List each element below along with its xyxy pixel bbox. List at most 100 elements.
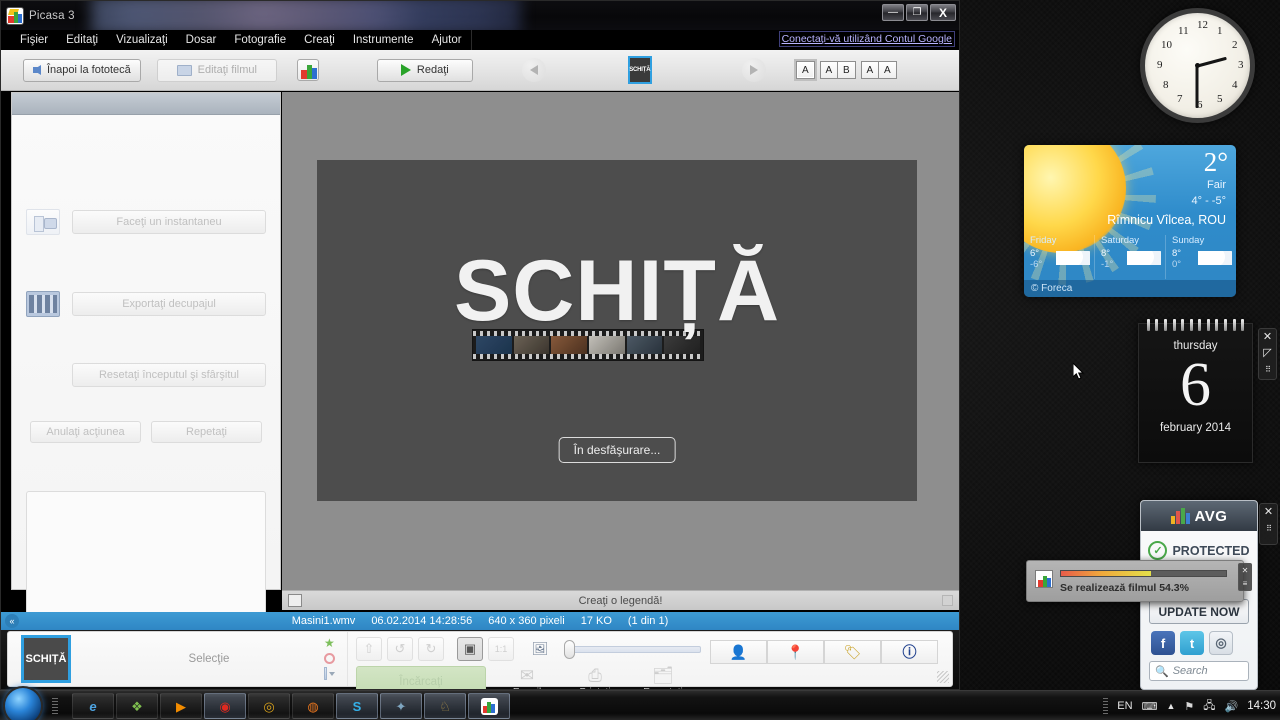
avg-search-box[interactable]: 🔍 Search — [1149, 661, 1249, 681]
fit-to-window-button[interactable]: ▣ — [457, 637, 483, 661]
menu-item-dosar[interactable]: Dosar — [177, 30, 226, 50]
view-mode-sbs-cell-1: A — [862, 62, 879, 78]
zoom-slider-track[interactable] — [571, 646, 701, 653]
utorrent-icon: ✦ — [396, 700, 407, 713]
export-action[interactable]: 🗂 Exportaţi — [636, 667, 690, 691]
menu-item-creati[interactable]: Creaţi — [295, 30, 344, 50]
window-resize-grip[interactable] — [937, 671, 949, 683]
info-button[interactable]: ⓘ — [881, 640, 938, 664]
menu-item-fotografie[interactable]: Fotografie — [225, 30, 295, 50]
places-button[interactable]: 📍 — [767, 640, 824, 664]
minimize-button[interactable]: — — [882, 4, 904, 21]
picasa-app-icon[interactable] — [297, 59, 319, 81]
facebook-icon[interactable]: f — [1151, 631, 1175, 655]
avg-update-button[interactable]: UPDATE NOW — [1149, 599, 1249, 624]
larger-size-icon[interactable]: ◸ — [1263, 348, 1271, 359]
taskbar-item-media-player[interactable]: ❖ — [116, 693, 158, 719]
undo-button[interactable]: Anulaţi acţiunea — [30, 421, 141, 443]
upload-button[interactable]: Încărcaţi — [356, 666, 486, 690]
reset-start-end-button[interactable]: Resetaţi începutul şi sfârşitul — [72, 363, 266, 387]
menu-item-vizualizati[interactable]: Vizualizaţi — [107, 30, 177, 50]
redo-button[interactable]: Repetaţi — [151, 421, 262, 443]
caption-toggle-icon[interactable] — [288, 594, 302, 607]
view-mode-compare[interactable]: A B — [820, 61, 856, 79]
taskbar-clock[interactable]: 14:30 — [1247, 700, 1276, 712]
network-icon[interactable]: 🖧 — [1203, 697, 1215, 716]
avg-secure-search-icon[interactable]: ◎ — [1209, 631, 1233, 655]
taskbar-item-game[interactable]: ♘ — [424, 693, 466, 719]
star-icon[interactable]: ★ — [324, 638, 335, 649]
status-index: (1 din 1) — [628, 615, 668, 627]
flag-icon[interactable]: ⚑ — [1184, 700, 1194, 713]
menu-item-fisier[interactable]: Fişier — [11, 30, 57, 50]
quicklaunch-grip[interactable] — [52, 698, 58, 714]
picasa-progress-notification[interactable]: Se realizează filmul 54.3% ✕ ≡ — [1026, 560, 1244, 602]
zoom-slider[interactable] — [564, 640, 701, 659]
email-action[interactable]: ✉ E-mail — [500, 667, 554, 691]
back-to-library-button[interactable]: Înapoi la fototecă — [23, 59, 141, 82]
rotate-left-button[interactable]: ↺ — [387, 637, 413, 661]
image-viewer[interactable]: SCHIȚĂ În desfăşurare... — [282, 92, 959, 590]
zoom-slider-knob[interactable] — [564, 640, 575, 659]
taskbar-item-vlc[interactable]: ▶ — [160, 693, 202, 719]
google-signin-link[interactable]: Conectaţi-vă utilizând Contul Google — [779, 31, 955, 47]
show-hidden-icons-button[interactable]: ▲ — [1166, 701, 1175, 711]
rotate-right-button[interactable]: ↻ — [418, 637, 444, 661]
taskbar-item-chrome[interactable]: ◎ — [248, 693, 290, 719]
window-title-bar[interactable]: Picasa 3 — ❐ X — [1, 1, 959, 30]
menu-icon[interactable]: ≡ — [1243, 579, 1248, 588]
drag-handle-icon[interactable]: ⠿ — [1266, 523, 1271, 534]
close-icon[interactable]: ✕ — [1263, 332, 1272, 343]
people-button[interactable]: 👤 — [710, 640, 767, 664]
menu-item-ajutor[interactable]: Ajutor — [423, 30, 471, 50]
snapshot-button[interactable]: Faceţi un instantaneu — [72, 210, 266, 234]
volume-icon[interactable]: 🔊 — [1225, 700, 1239, 713]
drag-handle-icon[interactable]: ⠿ — [1265, 364, 1270, 375]
clock-minute-hand — [1196, 66, 1199, 108]
taskbar-item-opera[interactable]: ◉ — [204, 693, 246, 719]
caption-options-icon[interactable] — [942, 595, 953, 606]
favorite-circle-icon[interactable] — [324, 653, 335, 664]
tray-grip[interactable] — [1103, 698, 1108, 714]
close-button[interactable]: X — [930, 4, 956, 21]
taskbar-item-internet-explorer[interactable]: e — [72, 693, 114, 719]
close-icon[interactable]: ✕ — [1242, 566, 1249, 575]
taskbar-item-picasa[interactable] — [468, 693, 510, 719]
taskbar-item-skype[interactable]: S — [336, 693, 378, 719]
play-button[interactable]: Redaţi — [377, 59, 473, 82]
calendar-gadget[interactable]: thursday 6 february 2014 — [1138, 323, 1253, 463]
print-action[interactable]: ⎙ Printaţi — [568, 667, 622, 691]
edit-film-button[interactable]: Editaţi filmul — [157, 59, 277, 82]
view-mode-side-by-side[interactable]: A A — [861, 61, 897, 79]
language-indicator[interactable]: EN — [1117, 700, 1132, 712]
clock-hour-hand — [1197, 56, 1227, 67]
weather-gadget[interactable]: 2° Fair 4° - -5° Rîmnicu Vîlcea, ROU Fri… — [1024, 145, 1236, 297]
tag-dropdown-icon[interactable] — [324, 668, 335, 679]
current-image-thumbnail[interactable]: SCHIȚĂ — [628, 56, 652, 84]
maximize-button[interactable]: ❐ — [906, 4, 928, 21]
menu-item-editati[interactable]: Editaţi — [57, 30, 107, 50]
caption-bar[interactable]: Creaţi o legendă! — [282, 590, 959, 610]
clock-num-2: 2 — [1232, 39, 1238, 51]
slideshow-button[interactable]: 🖼 — [527, 637, 553, 661]
collapse-panel-button[interactable]: « — [5, 614, 19, 628]
avg-social-links: f t ◎ — [1151, 631, 1233, 655]
keyboard-icon[interactable]: ⌨ — [1142, 700, 1158, 713]
tags-button[interactable]: 🏷 — [824, 640, 881, 664]
toast-controls: ✕ ≡ — [1238, 563, 1252, 591]
taskbar-item-utorrent[interactable]: ✦ — [380, 693, 422, 719]
rotate-up-button[interactable]: ⇧ — [356, 637, 382, 661]
close-icon[interactable]: ✕ — [1264, 507, 1273, 518]
taskbar-item-firefox[interactable]: ◍ — [292, 693, 334, 719]
actual-size-button[interactable]: 1:1 — [488, 637, 514, 661]
selected-item-thumbnail[interactable]: SCHIȚĂ — [21, 635, 71, 683]
export-clip-button[interactable]: Exportaţi decupajul — [72, 292, 266, 316]
envelope-icon: ✉ — [520, 667, 534, 685]
next-image-button[interactable] — [742, 58, 766, 82]
previous-image-button[interactable] — [522, 58, 546, 82]
search-icon: 🔍 — [1155, 665, 1169, 678]
menu-item-instrumente[interactable]: Instrumente — [344, 30, 423, 50]
twitter-icon[interactable]: t — [1180, 631, 1204, 655]
start-button[interactable] — [3, 686, 43, 720]
view-mode-single[interactable]: A — [796, 61, 815, 79]
